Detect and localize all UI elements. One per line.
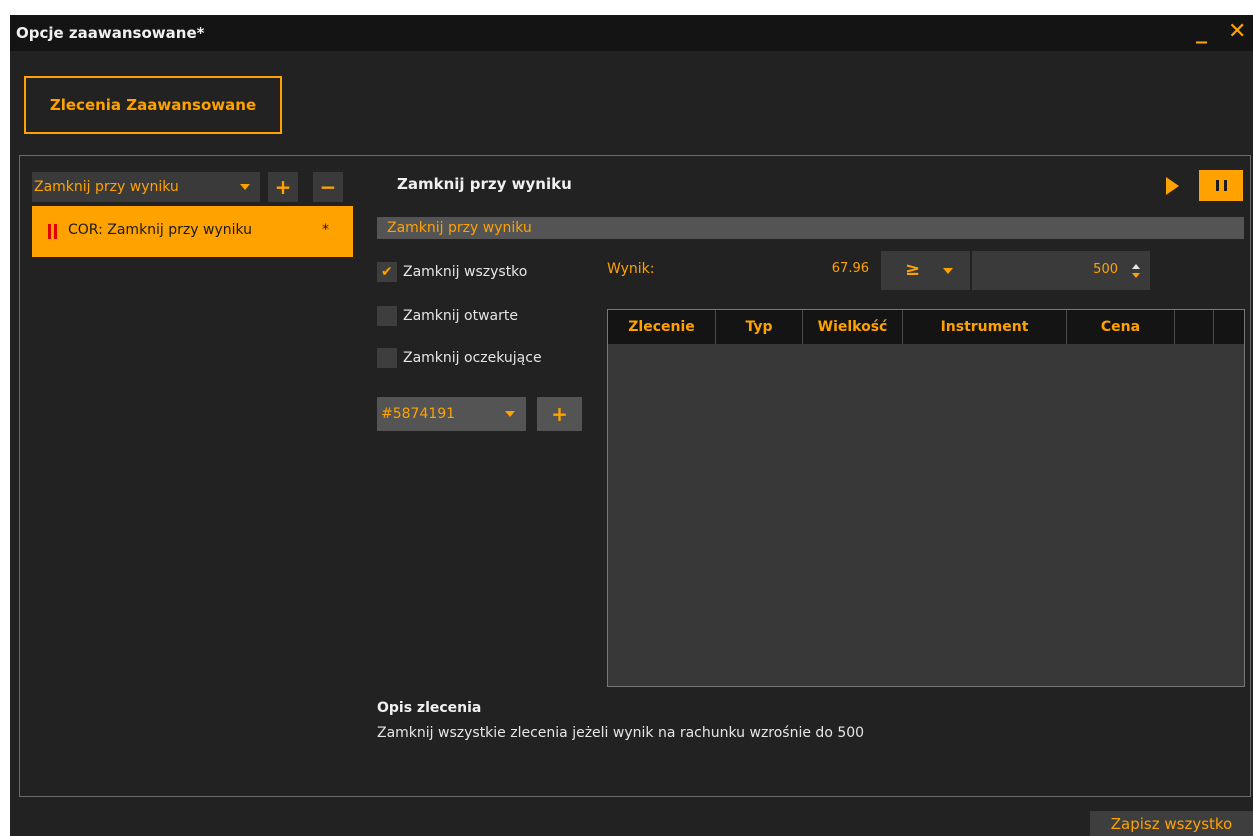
chevron-down-icon <box>943 268 953 274</box>
column-header-size[interactable]: Wielkość <box>803 310 903 344</box>
rule-name-input[interactable] <box>377 217 1244 239</box>
checkmark-icon: ✔ <box>381 264 393 280</box>
checkbox-close-all[interactable]: ✔ Zamknij wszystko <box>377 262 527 282</box>
play-icon[interactable] <box>1166 177 1179 195</box>
column-header-order[interactable]: Zlecenie <box>608 310 716 344</box>
add-account-button[interactable]: + <box>537 397 582 431</box>
result-value: 67.96 <box>831 261 869 276</box>
chevron-down-icon <box>505 411 515 417</box>
plus-icon: + <box>551 402 568 426</box>
pause-icon <box>1216 180 1219 191</box>
checkbox-label: Zamknij oczekujące <box>403 350 542 366</box>
remove-rule-button[interactable]: − <box>313 172 343 202</box>
rule-type-value: Zamknij przy wyniku <box>34 179 179 195</box>
close-icon[interactable]: ✕ <box>1228 19 1246 45</box>
checkbox-label: Zamknij otwarte <box>403 308 518 324</box>
checkbox-label: Zamknij wszystko <box>403 264 528 280</box>
tab-advanced-orders[interactable]: Zlecenia Zaawansowane <box>24 76 282 134</box>
rule-label: COR: Zamknij przy wyniku <box>68 222 253 238</box>
section-title: Zamknij przy wyniku <box>397 175 572 193</box>
orders-table: Zlecenie Typ Wielkość Instrument Cena <box>607 309 1245 687</box>
list-item[interactable]: COR: Zamknij przy wyniku * <box>32 206 353 257</box>
advanced-options-window: Opcje zaawansowane* _ ✕ Zlecenia Zaawans… <box>10 15 1253 836</box>
account-select[interactable]: #5874191 <box>377 397 526 431</box>
chevron-down-icon <box>240 184 250 190</box>
tab-label: Zlecenia Zaawansowane <box>49 96 257 114</box>
checkbox-close-pending[interactable]: Zamknij oczekujące <box>377 348 542 368</box>
target-value-stepper[interactable]: 500 <box>972 251 1150 290</box>
minus-icon: − <box>319 175 337 199</box>
checkbox[interactable] <box>377 306 397 326</box>
pause-button[interactable] <box>1199 170 1243 201</box>
description-text: Zamknij wszystkie zlecenia jeżeli wynik … <box>377 725 865 741</box>
save-all-label: Zapisz wszystko <box>1110 814 1233 833</box>
spin-up-icon[interactable] <box>1132 264 1140 269</box>
operator-select[interactable]: ≥ <box>881 251 970 290</box>
column-header-extra[interactable] <box>1214 310 1244 344</box>
checkbox[interactable]: ✔ <box>377 262 397 282</box>
table-header: Zlecenie Typ Wielkość Instrument Cena <box>608 310 1244 344</box>
account-value: #5874191 <box>381 406 456 422</box>
modified-indicator: * <box>322 222 329 238</box>
window-title: Opcje zaawansowane* <box>16 24 205 42</box>
add-rule-button[interactable]: + <box>268 172 298 202</box>
pause-icon-bar <box>54 224 57 239</box>
minimize-icon[interactable]: _ <box>1196 19 1207 45</box>
plus-icon: + <box>274 175 292 199</box>
target-value: 500 <box>1093 262 1118 277</box>
description-title: Opis zlecenia <box>377 700 482 716</box>
greater-equal-icon: ≥ <box>905 259 921 280</box>
result-label: Wynik: <box>607 261 655 277</box>
column-header-instrument[interactable]: Instrument <box>903 310 1067 344</box>
title-bar[interactable]: Opcje zaawansowane* _ ✕ <box>10 15 1253 51</box>
column-header-price[interactable]: Cena <box>1067 310 1175 344</box>
save-all-button[interactable]: Zapisz wszystko <box>1090 811 1253 836</box>
spin-down-icon[interactable] <box>1132 273 1140 278</box>
checkbox[interactable] <box>377 348 397 368</box>
checkbox-close-open[interactable]: Zamknij otwarte <box>377 306 518 326</box>
pause-icon-bar <box>1224 180 1227 191</box>
column-header-extra[interactable] <box>1175 310 1214 344</box>
column-header-type[interactable]: Typ <box>716 310 803 344</box>
rule-type-select[interactable]: Zamknij przy wyniku <box>32 172 260 202</box>
pause-icon <box>48 224 51 239</box>
